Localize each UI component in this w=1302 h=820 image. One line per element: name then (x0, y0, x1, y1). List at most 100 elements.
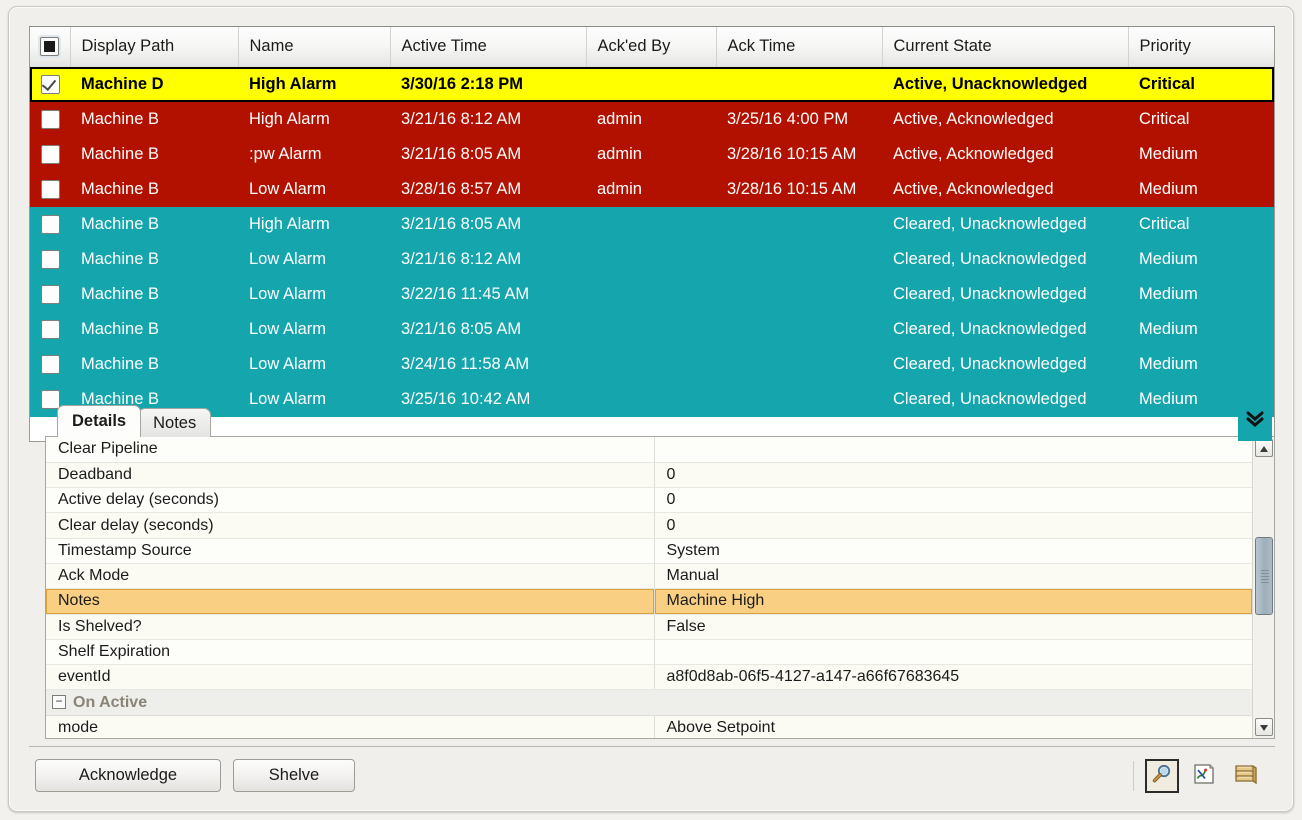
details-property-row[interactable]: Deadband0 (46, 462, 1252, 487)
footer-divider (29, 746, 1275, 747)
alarm-cell-name: Low Alarm (238, 242, 390, 277)
details-property-table: Clear PipelineDeadband0Active delay (sec… (46, 437, 1252, 738)
alarm-row-checkbox[interactable] (41, 320, 60, 339)
details-tab-strip: Details Notes (57, 405, 208, 437)
column-header-priority[interactable]: Priority (1128, 27, 1274, 67)
alarm-row-select-cell[interactable] (30, 67, 70, 102)
alarm-row-checkbox[interactable] (41, 110, 60, 129)
export-spreadsheet-button[interactable] (1187, 759, 1221, 793)
alarm-cell-priority: Medium (1128, 277, 1274, 312)
details-property-name: Is Shelved? (46, 614, 654, 639)
details-property-row[interactable]: NotesMachine High (46, 589, 1252, 614)
alarm-row[interactable]: Machine BLow Alarm3/21/16 8:12 AMCleared… (30, 242, 1274, 277)
alarm-cell-active-time: 3/21/16 8:12 AM (390, 102, 586, 137)
alarm-row[interactable]: Machine BLow Alarm3/28/16 8:57 AMadmin3/… (30, 172, 1274, 207)
alarm-row-select-cell[interactable] (30, 242, 70, 277)
alarm-row-select-cell[interactable] (30, 172, 70, 207)
tab-details[interactable]: Details (57, 405, 141, 437)
acknowledge-button[interactable]: Acknowledge (35, 759, 221, 792)
details-property-value (654, 690, 1252, 715)
alarm-row-select-cell[interactable] (30, 207, 70, 242)
alarm-row-checkbox[interactable] (41, 180, 60, 199)
alarm-cell-active-time: 3/21/16 8:05 AM (390, 207, 586, 242)
collapse-group-icon[interactable]: − (52, 695, 66, 709)
column-header-ack-time[interactable]: Ack Time (716, 27, 882, 67)
alarm-cell-ack-time (716, 207, 882, 242)
alarm-row-checkbox[interactable] (41, 285, 60, 304)
alarm-cell-current-state: Active, Unacknowledged (882, 67, 1128, 102)
details-property-row[interactable]: Timestamp SourceSystem (46, 538, 1252, 563)
shelve-button[interactable]: Shelve (233, 759, 355, 792)
alarm-cell-current-state: Cleared, Unacknowledged (882, 207, 1128, 242)
details-property-row[interactable]: Clear Pipeline (46, 437, 1252, 462)
details-property-name: Active delay (seconds) (46, 488, 654, 513)
details-property-row[interactable]: eventIda8f0d8ab-06f5-4127-a147-a66f67683… (46, 665, 1252, 690)
scrollbar-thumb[interactable] (1255, 537, 1273, 615)
alarm-row-select-cell[interactable] (30, 347, 70, 382)
details-property-value (654, 437, 1252, 462)
select-all-header-cell[interactable] (30, 27, 70, 67)
details-scroll-area: Clear PipelineDeadband0Active delay (sec… (46, 437, 1252, 738)
alarm-row[interactable]: Machine BLow Alarm3/22/16 11:45 AMCleare… (30, 277, 1274, 312)
alarm-cell-acked-by (586, 207, 716, 242)
alarm-cell-name: Low Alarm (238, 382, 390, 417)
column-header-display-path[interactable]: Display Path (70, 27, 238, 67)
select-all-checkbox[interactable] (40, 37, 59, 56)
shelved-alarms-button[interactable] (1229, 759, 1263, 793)
details-group-row[interactable]: −On Active (46, 690, 1252, 715)
alarm-row-checkbox[interactable] (41, 145, 60, 164)
alarm-row[interactable]: Machine BLow Alarm3/24/16 11:58 AMCleare… (30, 347, 1274, 382)
alarm-cell-ack-time (716, 277, 882, 312)
alarm-row-checkbox[interactable] (41, 355, 60, 374)
alarm-cell-active-time: 3/30/16 2:18 PM (390, 67, 586, 102)
column-header-name[interactable]: Name (238, 27, 390, 67)
tab-notes[interactable]: Notes (138, 408, 211, 437)
details-property-value: False (654, 614, 1252, 639)
alarm-row[interactable]: Machine BHigh Alarm3/21/16 8:12 AMadmin3… (30, 102, 1274, 137)
scroll-down-arrow-icon[interactable] (1255, 718, 1273, 736)
alarm-row-select-cell[interactable] (30, 102, 70, 137)
details-group-label: −On Active (46, 690, 654, 715)
details-property-row[interactable]: modeAbove Setpoint (46, 715, 1252, 738)
alarm-cell-ack-time (716, 242, 882, 277)
details-property-row[interactable]: Is Shelved?False (46, 614, 1252, 639)
alarm-cell-display-path: Machine B (70, 172, 238, 207)
alarm-cell-priority: Medium (1128, 312, 1274, 347)
column-header-acked-by[interactable]: Ack'ed By (586, 27, 716, 67)
alarm-row-checkbox[interactable] (41, 250, 60, 269)
scroll-up-arrow-icon[interactable] (1255, 439, 1273, 457)
details-property-row[interactable]: Shelf Expiration (46, 639, 1252, 664)
details-property-row[interactable]: Active delay (seconds)0 (46, 488, 1252, 513)
details-property-row[interactable]: Clear delay (seconds)0 (46, 513, 1252, 538)
column-header-active-time[interactable]: Active Time (390, 27, 586, 67)
alarm-row[interactable]: Machine BLow Alarm3/21/16 8:05 AMCleared… (30, 312, 1274, 347)
alarm-cell-ack-time: 3/28/16 10:15 AM (716, 137, 882, 172)
alarm-row-select-cell[interactable] (30, 312, 70, 347)
alarm-row[interactable]: Machine BLow Alarm3/25/16 10:42 AMCleare… (30, 382, 1274, 417)
details-property-row[interactable]: Ack ModeManual (46, 563, 1252, 588)
alarm-cell-acked-by (586, 382, 716, 417)
column-header-current-state[interactable]: Current State (882, 27, 1128, 67)
details-property-name: mode (46, 715, 654, 738)
details-vertical-scrollbar[interactable] (1252, 437, 1274, 738)
expand-collapse-details-button[interactable] (1238, 408, 1272, 441)
alarm-cell-name: High Alarm (238, 207, 390, 242)
alarm-row-select-cell[interactable] (30, 137, 70, 172)
alarm-row[interactable]: Machine DHigh Alarm3/30/16 2:18 PMActive… (30, 67, 1274, 102)
alarm-cell-ack-time (716, 312, 882, 347)
details-property-value: 0 (654, 513, 1252, 538)
alarm-row[interactable]: Machine BHigh Alarm3/21/16 8:05 AMCleare… (30, 207, 1274, 242)
details-property-name: eventId (46, 665, 654, 690)
alarm-cell-acked-by: admin (586, 137, 716, 172)
alarm-row-checkbox[interactable] (41, 215, 60, 234)
alarm-cell-priority: Medium (1128, 172, 1274, 207)
alarm-row-checkbox[interactable] (41, 75, 60, 94)
alarm-cell-ack-time: 3/25/16 4:00 PM (716, 102, 882, 137)
alarm-cell-acked-by (586, 67, 716, 102)
search-filter-button[interactable] (1145, 759, 1179, 793)
alarm-cell-active-time: 3/21/16 8:05 AM (390, 137, 586, 172)
alarm-cell-priority: Critical (1128, 207, 1274, 242)
alarm-row-select-cell[interactable] (30, 277, 70, 312)
alarm-row[interactable]: Machine B:pw Alarm3/21/16 8:05 AMadmin3/… (30, 137, 1274, 172)
alarm-cell-current-state: Cleared, Unacknowledged (882, 382, 1128, 417)
